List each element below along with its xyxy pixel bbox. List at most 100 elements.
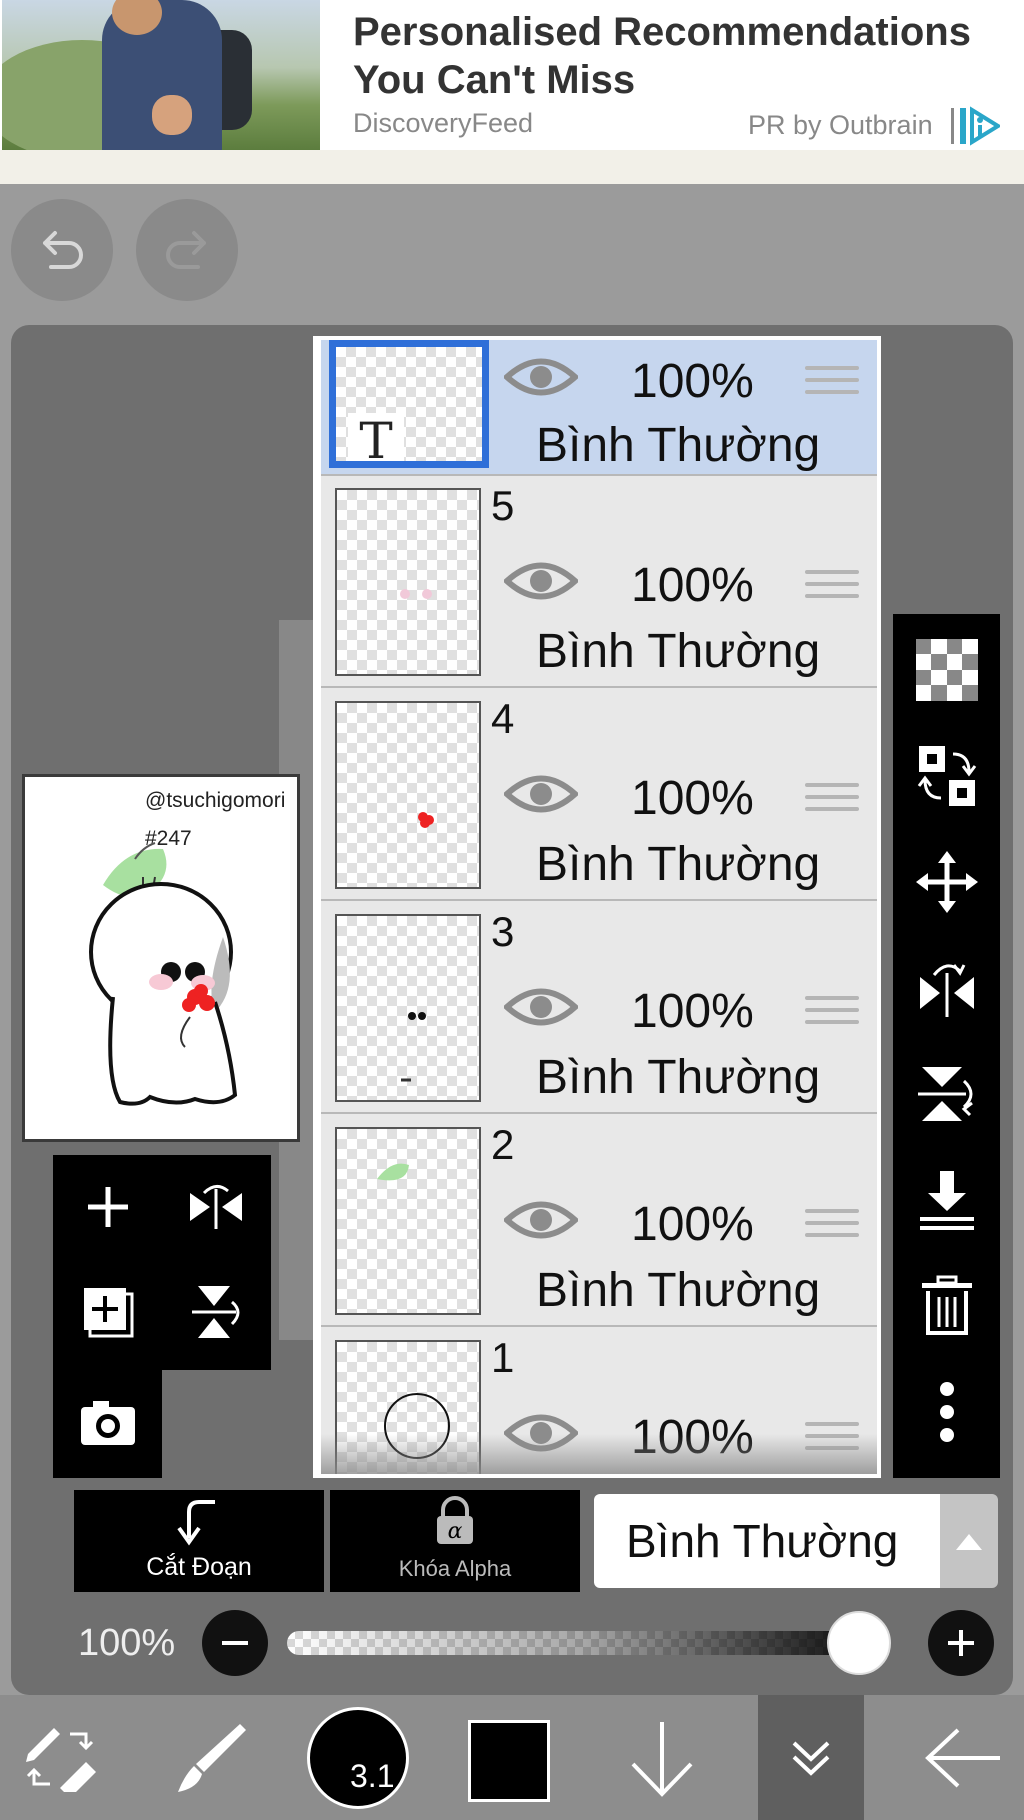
ad-title[interactable]: Personalised Recommendations You Can't M… (353, 8, 1018, 104)
plus-icon (948, 1630, 974, 1656)
swap-layer-button[interactable] (911, 740, 983, 812)
ad-banner[interactable]: Personalised Recommendations You Can't M… (0, 0, 1024, 184)
alpha-lock-button[interactable]: α Khóa Alpha (330, 1490, 580, 1592)
flip-vertical-icon (918, 1067, 973, 1121)
flip-layer-vertical-button[interactable] (911, 1058, 983, 1130)
scroll-fade (321, 1434, 877, 1474)
layer-opacity: 100% (631, 1198, 754, 1251)
layer-tools-panel (53, 1155, 271, 1370)
undo-button[interactable] (11, 199, 113, 301)
layer-blend-mode: Bình Thường (536, 419, 821, 472)
flip-layer-horizontal-button[interactable] (911, 952, 983, 1024)
drag-handle-icon[interactable] (805, 1209, 859, 1245)
layer-name: 5 (491, 482, 515, 529)
layer-thumbnail[interactable]: T (329, 340, 489, 468)
opacity-label: 100% (78, 1622, 176, 1664)
move-down-button[interactable] (612, 1695, 712, 1820)
blend-mode-select[interactable]: Bình Thường (594, 1494, 940, 1588)
layer-thumbnail[interactable] (335, 914, 481, 1102)
import-photo-button[interactable] (73, 1388, 143, 1458)
layer-blend-mode: Bình Thường (536, 1476, 820, 1478)
camera-panel (53, 1368, 162, 1478)
undo-icon (43, 231, 83, 269)
layer-blend-mode: Bình Thường (536, 1051, 821, 1104)
add-layer-copy-button[interactable] (73, 1277, 143, 1347)
brush-icon (178, 1723, 246, 1792)
visibility-eye-icon[interactable] (502, 1197, 580, 1248)
layer-name: 3 (491, 908, 515, 955)
clipping-button[interactable]: Cắt Đoạn (74, 1490, 324, 1592)
tool-switch-button[interactable] (0, 1695, 120, 1820)
layers-panel[interactable]: T 100% Bình Thường 5 100% Bình Thường 4 100% Bìn… (313, 336, 881, 1478)
flip-vertical-icon (192, 1286, 240, 1338)
layers-button[interactable] (758, 1695, 864, 1820)
opacity-slider-handle[interactable] (827, 1611, 891, 1675)
more-options-button[interactable] (911, 1376, 983, 1448)
layer-blend-mode: Bình Thường (536, 1264, 821, 1317)
drag-handle-icon[interactable] (805, 996, 859, 1032)
ad-strip (0, 150, 1024, 184)
brush-size-value: 3.1 (350, 1758, 395, 1794)
drag-handle-icon[interactable] (805, 366, 859, 402)
add-layer-button[interactable] (73, 1172, 143, 1242)
alpha-lock-label: Khóa Alpha (398, 1556, 512, 1581)
layer-thumbnail[interactable] (335, 701, 481, 889)
redo-button[interactable] (136, 199, 238, 301)
layer-thumbnail[interactable] (335, 1127, 481, 1315)
layer-blend-mode: Bình Thường (536, 625, 821, 678)
layer-opacity: 100% (631, 772, 754, 825)
layer-name: 1 (491, 1334, 515, 1381)
opacity-decrease-button[interactable] (202, 1610, 268, 1676)
character-drawing (89, 842, 238, 1106)
more-vertical-icon (940, 1382, 954, 1442)
canvas-preview[interactable]: @tsuchigomori #247 (22, 774, 300, 1142)
visibility-eye-icon[interactable] (502, 984, 580, 1035)
back-button[interactable] (904, 1695, 1024, 1820)
visibility-eye-icon[interactable] (502, 558, 580, 609)
layer-opacity: 100% (631, 355, 754, 408)
checkerboard-icon (916, 639, 978, 701)
chevron-double-down-icon (792, 1741, 830, 1776)
opacity-increase-button[interactable] (928, 1610, 994, 1676)
pen-eraser-switch-icon (26, 1727, 96, 1792)
merge-down-button[interactable] (911, 1164, 983, 1236)
drag-handle-icon[interactable] (805, 570, 859, 606)
color-picker-button[interactable] (468, 1720, 550, 1802)
arrow-left-icon (925, 1728, 1000, 1787)
layer-row[interactable]: 5 100% Bình Thường (321, 476, 877, 688)
layer-name: 2 (491, 1121, 515, 1168)
flip-horizontal-button[interactable] (181, 1172, 251, 1242)
plus-icon (88, 1187, 128, 1227)
delete-layer-button[interactable] (911, 1270, 983, 1342)
layers-list[interactable]: T 100% Bình Thường 5 100% Bình Thường 4 100% Bìn… (321, 340, 877, 1474)
layer-row[interactable]: 4 100% Bình Thường (321, 689, 877, 901)
ad-sponsor[interactable]: PR by Outbrain (748, 110, 933, 141)
brush-tool-button[interactable] (160, 1695, 260, 1820)
move-button[interactable] (911, 846, 983, 918)
opacity-slider[interactable] (287, 1631, 887, 1655)
visibility-eye-icon[interactable] (502, 354, 580, 405)
layer-row[interactable]: 3 100% Bình Thường (321, 902, 877, 1114)
transparency-button[interactable] (911, 634, 983, 706)
arrow-down-icon (631, 1721, 693, 1797)
brush-size-button[interactable]: 3.1 (307, 1707, 409, 1809)
merge-down-icon (920, 1171, 974, 1230)
adchoices-icon[interactable] (958, 106, 1000, 146)
layer-opacity: 100% (631, 559, 754, 612)
layer-thumbnail[interactable] (335, 488, 481, 676)
trash-icon (922, 1275, 972, 1335)
chevron-up-icon (956, 1534, 982, 1550)
drag-handle-icon[interactable] (805, 783, 859, 819)
flip-horizontal-icon (920, 964, 974, 1017)
blend-mode-dropdown-button[interactable] (940, 1494, 998, 1588)
visibility-eye-icon[interactable] (502, 771, 580, 822)
layer-opacity: 100% (631, 985, 754, 1038)
ad-source: DiscoveryFeed (353, 108, 534, 138)
flip-vertical-button[interactable] (181, 1277, 251, 1347)
layer-row[interactable]: 2 100% Bình Thường (321, 1115, 877, 1327)
ad-image[interactable] (2, 0, 320, 150)
ad-divider (951, 108, 954, 144)
redo-icon (166, 231, 206, 269)
layer-name: 4 (491, 695, 515, 742)
layer-row[interactable]: T 100% Bình Thường (321, 340, 877, 476)
